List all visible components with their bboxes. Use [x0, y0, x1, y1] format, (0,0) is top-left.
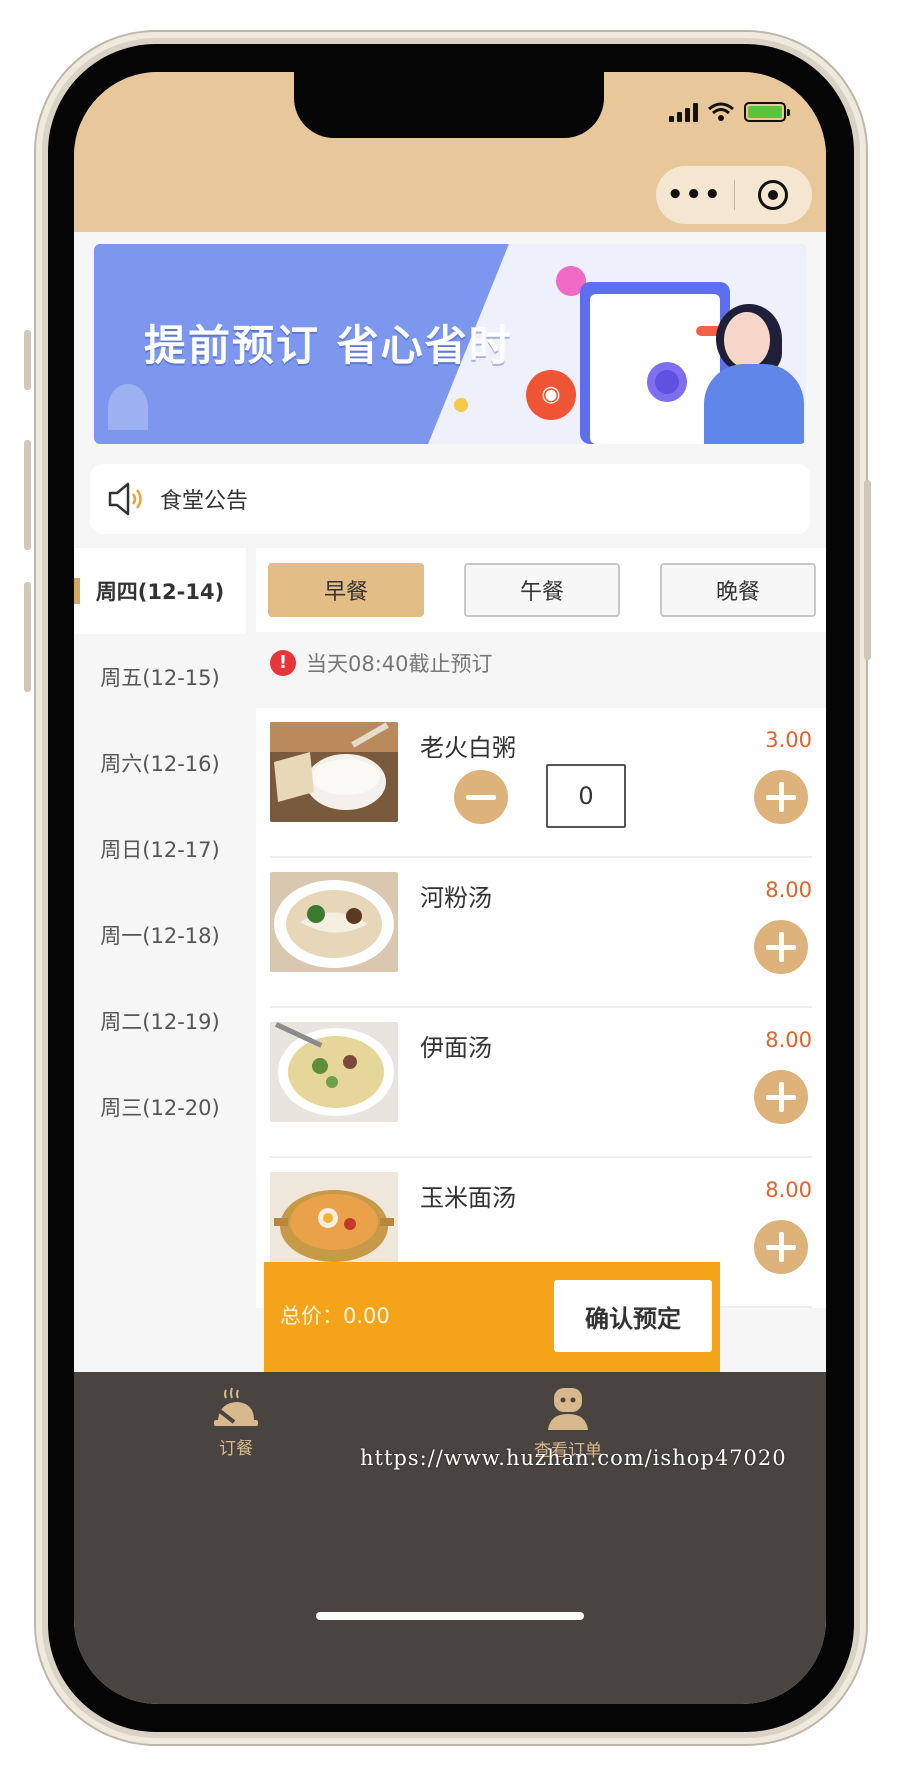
quantity-field[interactable]: 0 [546, 764, 626, 828]
yi-noodle-soup-photo [270, 1022, 398, 1122]
increase-quantity-button[interactable] [754, 1070, 808, 1124]
food-name: 老火白粥 [420, 734, 516, 762]
canteen-notice[interactable]: 食堂公告 [90, 464, 810, 534]
warning-icon: ! [270, 650, 296, 676]
banner-pager-dot [454, 398, 468, 412]
increase-quantity-button[interactable] [754, 1220, 808, 1274]
tab-lunch[interactable]: 午餐 [464, 563, 620, 617]
corn-noodle-soup-photo [270, 1172, 398, 1272]
bottom-tab-bar: 订餐 查看订单 [74, 1372, 826, 1704]
food-price: 8.00 [765, 878, 812, 902]
food-name: 玉米面汤 [420, 1184, 516, 1212]
tab-breakfast[interactable]: 早餐 [268, 563, 424, 617]
phone-side-button [24, 582, 31, 692]
phone-side-button [24, 330, 31, 390]
burger-icon: ◉ [526, 370, 576, 420]
disc-illustration [647, 362, 687, 402]
phone-side-button [24, 440, 31, 550]
phone-side-button [864, 480, 871, 660]
tab-dinner[interactable]: 晚餐 [660, 563, 816, 617]
confirm-order-button[interactable]: 确认预定 [554, 1280, 712, 1352]
user-order-icon [548, 1388, 588, 1430]
increase-quantity-button[interactable] [754, 770, 808, 824]
date-item[interactable]: 周五(12-15) [74, 634, 246, 720]
signal-icon [669, 102, 698, 122]
meal-tabs: 早餐 午餐 晚餐 [256, 548, 826, 632]
app-header: ••• [74, 72, 826, 232]
rice-noodle-soup-photo [270, 872, 398, 972]
date-item[interactable]: 周一(12-18) [74, 892, 246, 978]
food-name: 伊面汤 [420, 1034, 492, 1062]
congee-photo [270, 722, 398, 822]
phone-notch [294, 72, 604, 138]
food-name: 河粉汤 [420, 884, 492, 912]
tab-label: 订餐 [219, 1439, 253, 1459]
date-item[interactable]: 周四(12-14) [74, 548, 246, 634]
order-deadline: ! 当天08:40截止预订 [270, 648, 493, 678]
increase-quantity-button[interactable] [754, 920, 808, 974]
date-item[interactable]: 周二(12-19) [74, 978, 246, 1064]
person-illustration [704, 364, 804, 444]
status-bar-icons [669, 102, 790, 122]
date-list: 周四(12-14) 周五(12-15) 周六(12-16) 周日(12-17) … [74, 548, 246, 1448]
food-price: 3.00 [765, 728, 812, 752]
food-item: 河粉汤 8.00 [270, 858, 812, 1008]
order-total-bar: 总价：0.00 确认预定 [264, 1262, 720, 1372]
food-price: 8.00 [765, 1178, 812, 1202]
plant-illustration [108, 384, 148, 430]
date-item[interactable]: 周六(12-16) [74, 720, 246, 806]
decrease-quantity-button[interactable] [454, 770, 508, 824]
battery-icon [744, 102, 790, 122]
date-item[interactable]: 周日(12-17) [74, 806, 246, 892]
more-menu-button[interactable]: ••• [656, 180, 734, 210]
person-illustration [724, 312, 770, 368]
food-item: 伊面汤 8.00 [270, 1008, 812, 1158]
food-tray-icon [214, 1387, 258, 1426]
notice-label: 食堂公告 [160, 489, 249, 514]
date-item[interactable]: 周三(12-20) [74, 1064, 246, 1150]
promo-banner[interactable]: 提前预订 省心省时 ◉ [94, 244, 806, 444]
speaker-icon [108, 482, 142, 516]
target-icon [758, 180, 789, 210]
deadline-text: 当天08:40截止预订 [306, 652, 493, 676]
close-miniprogram-button[interactable] [735, 180, 813, 210]
home-indicator[interactable] [316, 1612, 584, 1620]
miniprogram-capsule: ••• [656, 166, 812, 224]
food-item: 老火白粥 3.00 0 [270, 708, 812, 858]
total-price: 总价：0.00 [280, 1304, 390, 1328]
watermark-text: https://www.huzhan.com/ishop47020 [360, 1446, 787, 1470]
wifi-icon [708, 102, 734, 121]
banner-title: 提前预订 省心省时 [144, 321, 513, 370]
food-list: 老火白粥 3.00 0 河粉汤 8.00 伊面汤 8.00 玉米面汤 8.00 [256, 708, 826, 1308]
food-price: 8.00 [765, 1028, 812, 1052]
tab-order-food[interactable]: 订餐 [156, 1386, 316, 1459]
